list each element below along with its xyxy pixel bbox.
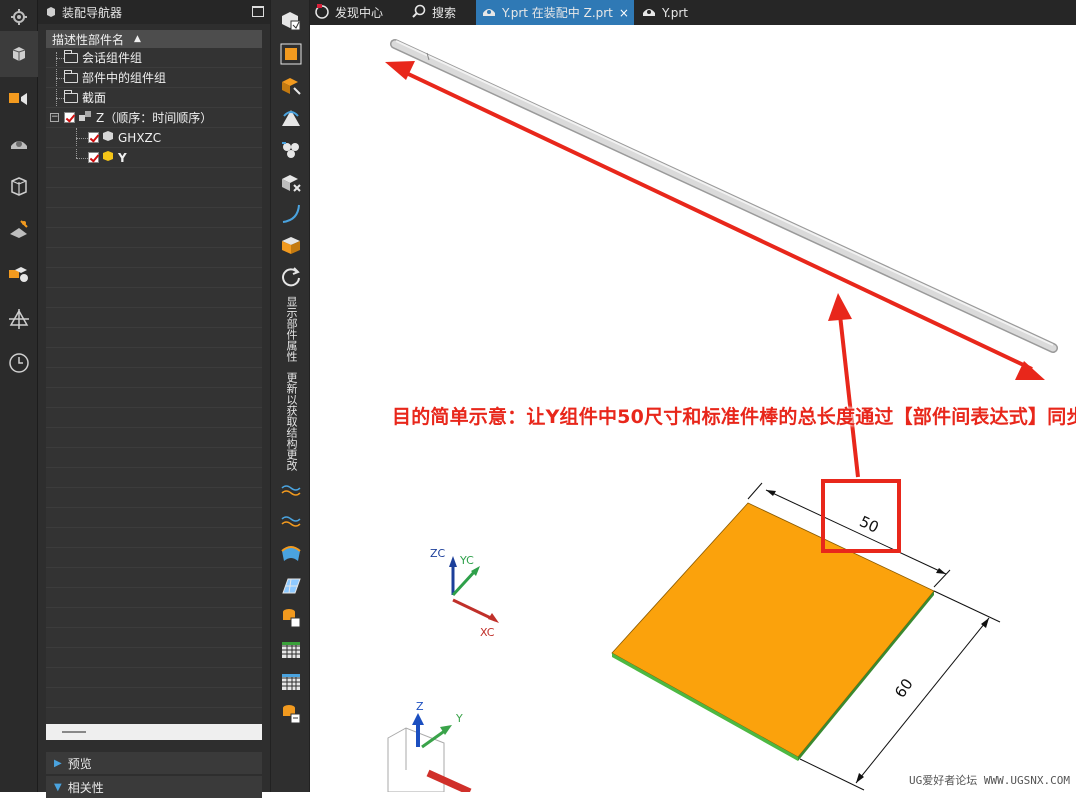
refresh-icon[interactable] — [278, 264, 304, 290]
tree-item-label: 会话组件组 — [82, 51, 143, 65]
tree-item-ghxzc[interactable]: GHXZC — [46, 128, 262, 148]
wave-line-2-icon[interactable] — [278, 508, 304, 534]
folder-icon — [64, 89, 78, 103]
expand-arrow-icon: ▶ — [54, 757, 62, 769]
component-icon — [102, 130, 114, 145]
tab-search[interactable]: 搜索 — [408, 0, 474, 25]
solid-body-icon[interactable] — [278, 232, 304, 258]
tree-item-sections[interactable]: 截面 — [46, 88, 262, 108]
dimension-60-text: 60 — [891, 675, 917, 701]
component-properties-icon[interactable] — [278, 72, 304, 98]
visibility-checkbox[interactable] — [88, 132, 99, 143]
document-tab-bar: 发现中心 搜索 Y.prt 在装配中 Z.prt × Y.prt — [310, 0, 1076, 25]
tree-item-label: Z（顺序：时间顺序） — [96, 111, 213, 125]
visibility-checkbox[interactable] — [88, 152, 99, 163]
database-link-icon[interactable] — [278, 605, 304, 631]
view-triad-z-label: Z — [416, 700, 424, 713]
highlight-box — [821, 479, 901, 553]
assembly-navigator-panel: 装配导航器 描述性部件名 ▲ 会话组件组 部件中的组件组 截面 − Z（顺序：时… — [38, 0, 300, 798]
new-component-icon[interactable] — [278, 8, 304, 34]
annotation-text: 目的简单示意：让Y组件中50尺寸和标准件棒的总长度通过【部件间表达式】同步变化。 — [392, 406, 1076, 428]
tab-label: Y.prt 在装配中 Z.prt — [502, 6, 613, 20]
clock-icon[interactable] — [6, 350, 32, 376]
assembly-tree: 会话组件组 部件中的组件组 截面 − Z（顺序：时间顺序） GHXZC Y — [46, 48, 262, 724]
tab-y-prt[interactable]: Y.prt — [638, 0, 708, 25]
history-icon[interactable] — [6, 306, 32, 332]
resource-bar — [0, 0, 38, 792]
wave-line-icon[interactable] — [278, 477, 304, 503]
section-dependencies[interactable]: ▼ 相关性 — [46, 776, 262, 798]
length-arrow — [385, 61, 1045, 380]
assembly-toolbar: 显示部件属性 更新以获取结构更改 — [270, 0, 310, 792]
web-browser-icon[interactable] — [6, 261, 32, 287]
tree-item-label: 截面 — [82, 91, 107, 105]
view-triad-y-label: Y — [455, 712, 463, 725]
graphics-viewport[interactable]: 50 60 ZC YC XC Z Y 目的简单示意：让Y组件中50尺寸和标准件棒… — [310, 25, 1076, 792]
tab-label: Y.prt — [662, 5, 688, 20]
folder-icon — [64, 69, 78, 83]
wave-geometry-icon[interactable] — [278, 104, 304, 130]
hd3d-tools-icon[interactable] — [6, 217, 32, 243]
collapse-arrow-icon: ▼ — [54, 781, 62, 793]
search-icon — [412, 4, 426, 21]
tree-item-label: Y — [118, 150, 127, 165]
triad-yc-label: YC — [459, 554, 474, 567]
part-navigator-icon[interactable] — [6, 130, 32, 156]
navigator-title: 装配导航器 — [62, 5, 123, 20]
folder-icon — [64, 49, 78, 63]
visibility-checkbox[interactable] — [64, 112, 75, 123]
collapse-icon[interactable]: − — [50, 113, 59, 122]
remove-component-icon[interactable] — [278, 169, 304, 195]
update-structure-label[interactable]: 更新以获取结构更改 — [283, 372, 299, 471]
tree-item-label: 部件中的组件组 — [82, 71, 167, 85]
column-header-label: 描述性部件名 — [52, 32, 125, 47]
watermark: UG爱好者论坛 WWW.UGSNX.COM — [909, 774, 1070, 787]
component-icon — [102, 150, 114, 165]
discover-icon — [314, 3, 330, 22]
navigator-icon — [45, 5, 57, 22]
sort-ascending-icon[interactable]: ▲ — [134, 34, 141, 44]
wcs-triad — [449, 556, 499, 623]
tree-item-session-groups[interactable]: 会话组件组 — [46, 48, 262, 68]
triad-zc-label: ZC — [430, 547, 446, 560]
section-preview-label: 预览 — [67, 756, 92, 771]
part-icon — [482, 4, 496, 21]
navigator-titlebar: 装配导航器 — [38, 0, 270, 24]
table-2-icon[interactable] — [278, 669, 304, 695]
constraint-navigator-icon[interactable] — [6, 86, 32, 112]
tree-item-y[interactable]: Y — [46, 148, 262, 168]
standard-rod[interactable] — [390, 39, 1058, 353]
close-icon[interactable]: × — [619, 6, 629, 20]
dimension-50-text: 50 — [857, 512, 882, 536]
settings-icon[interactable] — [6, 4, 32, 30]
tab-label: 搜索 — [432, 6, 457, 20]
triad-xc-label: XC — [480, 626, 495, 639]
section-preview[interactable]: ▶ 预览 — [46, 752, 262, 774]
maximize-icon[interactable] — [252, 6, 264, 17]
assembly-icon — [78, 110, 92, 125]
tab-label: 发现中心 — [335, 6, 384, 20]
orange-plate[interactable] — [611, 502, 935, 761]
table-icon[interactable] — [278, 637, 304, 663]
link-arrow — [828, 293, 860, 478]
tab-y-in-z[interactable]: Y.prt 在装配中 Z.prt × — [476, 0, 634, 25]
select-part-icon[interactable] — [278, 41, 304, 67]
tree-item-part-groups[interactable]: 部件中的组件组 — [46, 68, 262, 88]
tree-item-label: GHXZC — [118, 130, 162, 145]
display-part-properties-label[interactable]: 显示部件属性 — [283, 296, 299, 362]
interpart-expressions-icon[interactable] — [278, 137, 304, 163]
tab-discover-center[interactable]: 发现中心 — [312, 0, 404, 25]
column-header-description[interactable]: 描述性部件名 ▲ — [46, 30, 262, 48]
database-sync-icon[interactable] — [278, 701, 304, 727]
part-icon — [642, 4, 656, 21]
section-dependencies-label: 相关性 — [67, 780, 104, 795]
reuse-library-icon[interactable] — [6, 173, 32, 199]
mesh-surface-icon[interactable] — [278, 573, 304, 599]
tree-item-assembly-z[interactable]: − Z（顺序：时间顺序） — [46, 108, 262, 128]
surface-icon[interactable] — [278, 541, 304, 567]
curve-icon[interactable] — [278, 200, 304, 226]
tree-horizontal-scrollbar[interactable] — [46, 724, 262, 740]
assembly-navigator-icon[interactable] — [0, 31, 38, 77]
